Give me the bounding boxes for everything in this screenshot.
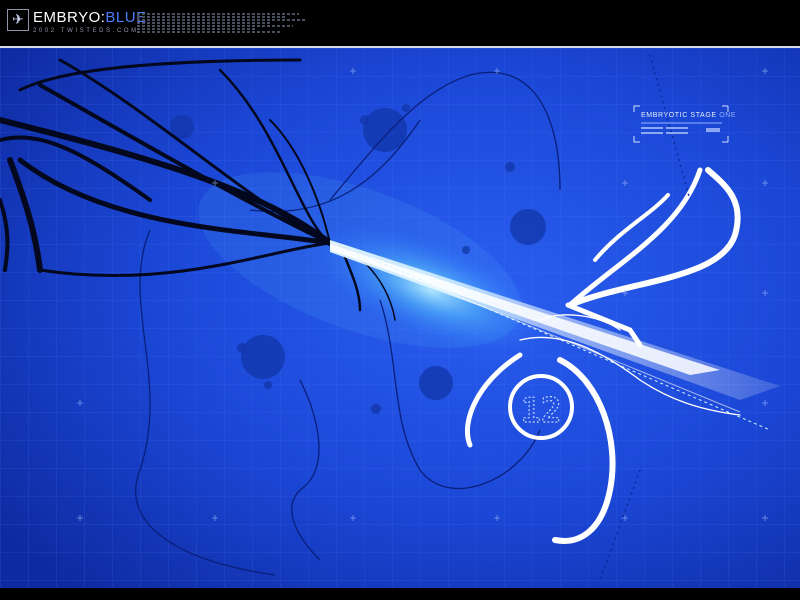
- header-fineprint-decoration: [137, 13, 307, 35]
- stage-suffix: ONE: [719, 112, 737, 119]
- brand-title: EMBRYO:BLUE: [33, 9, 147, 26]
- wallpaper-artwork: 12 EMBRYOTIC STAGE ONE: [0, 48, 800, 588]
- ring-number-glyph: 12: [521, 391, 562, 431]
- brand-main: EMBRYO: [33, 9, 101, 26]
- footer-bar: [0, 588, 800, 600]
- brand-subline: 2002 TWISTEDS.COM: [33, 28, 139, 34]
- header-bar: ✈ EMBRYO:BLUE 2002 TWISTEDS.COM: [0, 0, 800, 46]
- stage-label: EMBRYOTIC STAGE ONE: [641, 112, 736, 119]
- artwork-svg: 12: [0, 48, 800, 588]
- logo-emblem-icon: ✈: [7, 9, 29, 31]
- stage-title: EMBRYOTIC STAGE: [641, 112, 717, 119]
